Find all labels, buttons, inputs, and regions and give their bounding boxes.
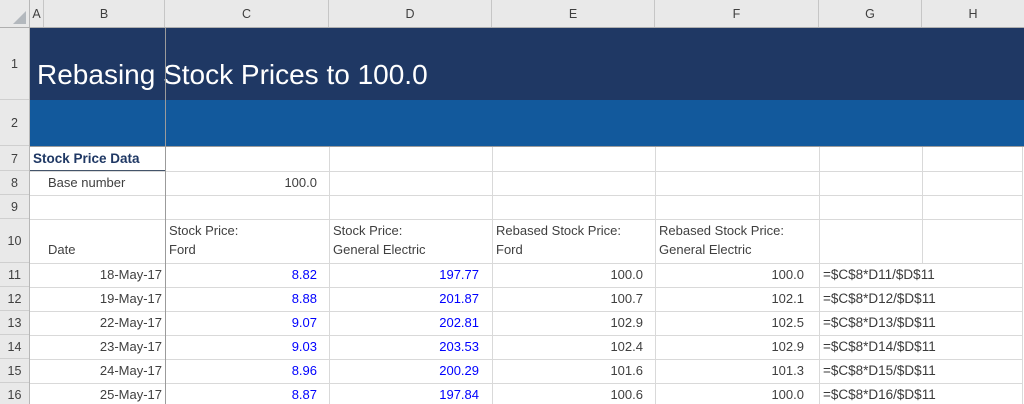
col-header-d[interactable]: D xyxy=(329,0,492,27)
cell-ge-price[interactable]: 197.77 xyxy=(329,263,492,287)
gridline xyxy=(922,147,923,263)
col-header-h[interactable]: H xyxy=(922,0,1024,27)
cell-rebased-ge[interactable]: 100.0 xyxy=(655,263,819,287)
cell-formula-note[interactable]: =$C$8*D12/$D$11 xyxy=(823,287,1023,311)
cell-header-ge-price[interactable]: Stock Price: General Electric xyxy=(333,219,490,263)
header-date-label: Date xyxy=(48,241,76,257)
cell-ge-price[interactable]: 200.29 xyxy=(329,359,492,383)
row-header-2[interactable]: 2 xyxy=(0,100,29,146)
cell-date[interactable]: 18-May-17 xyxy=(44,263,165,287)
header-line: Ford xyxy=(169,241,196,257)
cell-rebased-ford[interactable]: 100.6 xyxy=(492,383,655,404)
row-header-16[interactable]: 16 xyxy=(0,383,29,404)
row-header-11[interactable]: 11 xyxy=(0,263,29,287)
cell-date[interactable]: 24-May-17 xyxy=(44,359,165,383)
row-header-9[interactable]: 9 xyxy=(0,195,29,219)
gridline xyxy=(819,147,820,404)
freeze-pane-vertical-line xyxy=(165,28,166,404)
cell-rebased-ge[interactable]: 100.0 xyxy=(655,383,819,404)
cell-date[interactable]: 25-May-17 xyxy=(44,383,165,404)
excel-worksheet: Rebasing Stock Prices to 100.0 Stock Pri… xyxy=(0,0,1024,404)
cell-formula-note[interactable]: =$C$8*D15/$D$11 xyxy=(823,359,1023,383)
col-header-g[interactable]: G xyxy=(819,0,922,27)
select-all-icon xyxy=(13,11,26,24)
cell-base-number-value[interactable]: 100.0 xyxy=(165,171,329,195)
cell-ge-price[interactable]: 202.81 xyxy=(329,311,492,335)
col-header-a[interactable]: A xyxy=(30,0,44,27)
header-line: Stock Price: xyxy=(169,223,239,238)
col-header-c[interactable]: C xyxy=(165,0,329,27)
cell-formula-note[interactable]: =$C$8*D14/$D$11 xyxy=(823,335,1023,359)
title-banner-cell[interactable]: Rebasing Stock Prices to 100.0 xyxy=(30,28,1024,100)
cell-rebased-ford[interactable]: 102.4 xyxy=(492,335,655,359)
cell-rebased-ford[interactable]: 100.0 xyxy=(492,263,655,287)
cell-ge-price[interactable]: 197.84 xyxy=(329,383,492,404)
select-all-corner[interactable] xyxy=(0,0,30,27)
row-header-7[interactable]: 7 xyxy=(0,147,29,171)
cell-rebased-ford[interactable]: 100.7 xyxy=(492,287,655,311)
cell-date[interactable]: 23-May-17 xyxy=(44,335,165,359)
cell-formula-note[interactable]: =$C$8*D11/$D$11 xyxy=(823,263,1023,287)
header-line: Stock Price: xyxy=(333,223,403,238)
row-header-10[interactable]: 10 xyxy=(0,219,29,263)
cell-date[interactable]: 22-May-17 xyxy=(44,311,165,335)
cell-rebased-ge[interactable]: 102.9 xyxy=(655,335,819,359)
sheet-title: Rebasing Stock Prices to 100.0 xyxy=(37,59,428,90)
cell-rebased-ford[interactable]: 101.6 xyxy=(492,359,655,383)
col-header-b[interactable]: B xyxy=(44,0,165,27)
header-line: General Electric xyxy=(333,241,426,257)
col-header-f[interactable]: F xyxy=(655,0,819,27)
cell-ford-price[interactable]: 9.07 xyxy=(165,311,329,335)
freeze-pane-horizontal-line xyxy=(0,146,1024,147)
cell-rebased-ford[interactable]: 102.9 xyxy=(492,311,655,335)
header-line: Rebased Stock Price: xyxy=(659,223,785,238)
cell-header-rebased-ford[interactable]: Rebased Stock Price: Ford xyxy=(496,219,653,263)
header-line: Rebased Stock Price: xyxy=(496,223,622,238)
header-line: Ford xyxy=(496,241,523,257)
cell-formula-note[interactable]: =$C$8*D13/$D$11 xyxy=(823,311,1023,335)
row-header-13[interactable]: 13 xyxy=(0,311,29,335)
cell-section-heading[interactable]: Stock Price Data xyxy=(33,147,173,171)
gridline xyxy=(30,195,1022,196)
row-header-1[interactable]: 1 xyxy=(0,28,29,100)
cell-ge-price[interactable]: 201.87 xyxy=(329,287,492,311)
cell-rebased-ge[interactable]: 102.5 xyxy=(655,311,819,335)
row-header-8[interactable]: 8 xyxy=(0,171,29,195)
row-header-14[interactable]: 14 xyxy=(0,335,29,359)
cell-formula-note[interactable]: =$C$8*D16/$D$11 xyxy=(823,383,1023,404)
cell-ge-price[interactable]: 203.53 xyxy=(329,335,492,359)
cell-ford-price[interactable]: 8.87 xyxy=(165,383,329,404)
cell-date[interactable]: 19-May-17 xyxy=(44,287,165,311)
cell-ford-price[interactable]: 8.88 xyxy=(165,287,329,311)
header-line: General Electric xyxy=(659,241,752,257)
col-header-e[interactable]: E xyxy=(492,0,655,27)
row-header-15[interactable]: 15 xyxy=(0,359,29,383)
column-header-strip: A B C D E F G H xyxy=(0,0,1024,28)
cell-rebased-ge[interactable]: 102.1 xyxy=(655,287,819,311)
cell-base-number-label[interactable]: Base number xyxy=(48,171,163,195)
row-header-gutter: 1 2 7 8 9 10 11 12 13 14 15 16 xyxy=(0,28,30,404)
cell-ford-price[interactable]: 9.03 xyxy=(165,335,329,359)
cell-ford-price[interactable]: 8.82 xyxy=(165,263,329,287)
cell-rebased-ge[interactable]: 101.3 xyxy=(655,359,819,383)
cell-header-rebased-ge[interactable]: Rebased Stock Price: General Electric xyxy=(659,219,817,263)
cell-header-ford-price[interactable]: Stock Price: Ford xyxy=(169,219,327,263)
banner-accent-band[interactable] xyxy=(30,100,1024,146)
row-header-12[interactable]: 12 xyxy=(0,287,29,311)
cell-header-date[interactable]: Date xyxy=(48,219,163,263)
cell-ford-price[interactable]: 8.96 xyxy=(165,359,329,383)
